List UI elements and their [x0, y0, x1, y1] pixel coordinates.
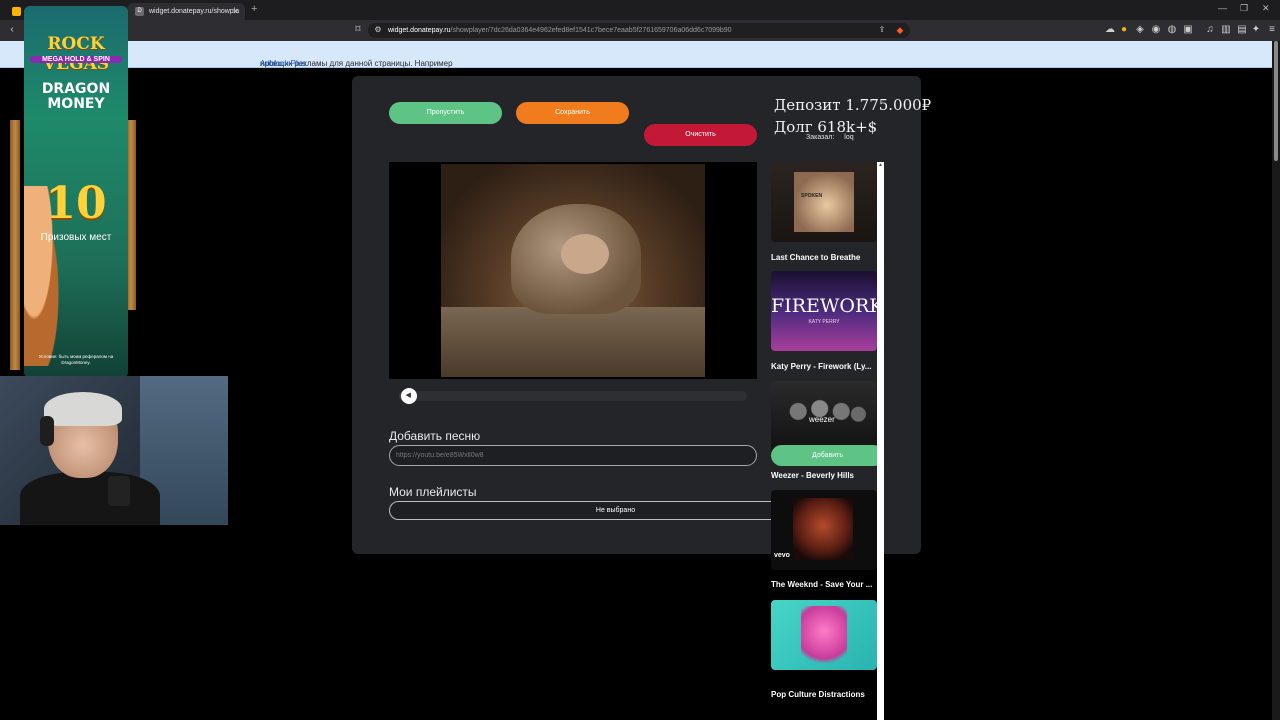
- thumbnail-text: vevo: [774, 552, 790, 559]
- extension-coin-icon[interactable]: ●: [1118, 24, 1130, 36]
- microphone-icon: [108, 476, 130, 506]
- extension-eye-icon[interactable]: ◉: [1150, 24, 1162, 36]
- share-icon[interactable]: ⇪: [876, 24, 888, 36]
- adblock-link[interactable]: Adblock Plus: [260, 59, 306, 68]
- brave-shield-icon[interactable]: ◆: [894, 24, 906, 36]
- clear-button[interactable]: Очистить: [644, 124, 757, 146]
- tab-favicon-icon: [12, 7, 21, 16]
- tab-title: widget.donatepay.ru/showpla: [149, 8, 240, 15]
- video-player[interactable]: [389, 162, 757, 379]
- sidebar-icon[interactable]: ▥: [1220, 24, 1232, 36]
- new-tab-icon[interactable]: +: [251, 3, 257, 15]
- ordered-by: Заказал: loq: [806, 134, 854, 141]
- browser-toolbar: ‹ ⌑ ⚙ widget.donatepay.ru/showplayer/7dc…: [0, 20, 1280, 41]
- media-icon[interactable]: ♫: [1204, 24, 1216, 36]
- playlist-selected-value: Не выбрано: [595, 507, 636, 514]
- address-url: widget.donatepay.ru/showplayer/7dc26da03…: [388, 23, 732, 38]
- url-host: widget.donatepay.ru: [388, 27, 451, 34]
- restore-icon[interactable]: ❐: [1240, 3, 1248, 14]
- banner-prize-count: 10: [45, 178, 107, 229]
- close-window-icon[interactable]: ✕: [1262, 3, 1270, 14]
- playback-progress-bar[interactable]: ◀: [399, 388, 747, 404]
- suggestion-thumbnail: FIREWORK KATY PERRY: [771, 271, 877, 351]
- back-icon[interactable]: ‹: [6, 24, 18, 36]
- menu-icon[interactable]: ≡: [1266, 24, 1278, 36]
- tab-favicon-icon: D: [135, 7, 144, 16]
- thumbnail-text: SPOKEN: [801, 193, 823, 199]
- thumbnail-art: [801, 606, 847, 670]
- thumbnail-art: [794, 172, 854, 232]
- page-scrollbar[interactable]: [1272, 41, 1280, 720]
- address-bar[interactable]: ⚙ widget.donatepay.ru/showplayer/7dc26da…: [368, 23, 910, 38]
- song-url-input[interactable]: [389, 445, 757, 466]
- save-button[interactable]: Сохранить: [516, 102, 629, 124]
- playlists-label: Мои плейлисты: [389, 485, 477, 499]
- scroll-up-icon[interactable]: ▲: [878, 162, 883, 168]
- banner-condition: Условие: быть моим рефералом на DragonMo…: [38, 354, 114, 365]
- suggestion-thumbnail: SPOKEN: [771, 162, 877, 242]
- browser-tab-bar: Д D widget.donatepay.ru/showpla ✕ + — ❐ …: [0, 0, 1280, 20]
- ordered-label: Заказал:: [806, 134, 835, 141]
- ai-icon[interactable]: ✦: [1250, 24, 1262, 36]
- banner-subbrand: MEGA HOLD & SPIN: [30, 56, 122, 63]
- close-tab-icon[interactable]: ✕: [232, 3, 239, 20]
- suggestion-thumbnail: vevo: [771, 490, 877, 570]
- extension-game-icon[interactable]: ◍: [1166, 24, 1178, 36]
- video-scene-bed: [441, 307, 705, 377]
- minimize-icon[interactable]: —: [1218, 3, 1227, 13]
- thumbnail-text: weezer: [809, 415, 835, 424]
- casino-ad-banner: ROCK VEGAS MEGA HOLD & SPIN DRAGON MONEY…: [24, 6, 128, 378]
- add-song-label: Добавить песню: [389, 429, 481, 443]
- banner-pole-left: [10, 120, 20, 370]
- wallet-icon[interactable]: ▤: [1236, 24, 1248, 36]
- adblock-infobar: ировщик рекламы для данной страницы. Нап…: [0, 41, 1272, 68]
- thumbnail-subtext: KATY PERRY: [808, 319, 840, 325]
- ordered-user: loq: [844, 134, 854, 141]
- thumbnail-text: FIREWORK: [771, 295, 877, 317]
- url-path: /showplayer/7dc26da0364e4962efed8ef1541c…: [450, 27, 732, 34]
- suggestion-thumbnail: [771, 600, 877, 670]
- screen: Д D widget.donatepay.ru/showpla ✕ + — ❐ …: [0, 0, 1280, 720]
- add-track-button[interactable]: Добавить: [771, 445, 884, 466]
- video-frame: [441, 164, 705, 377]
- streamer-webcam: [0, 376, 228, 525]
- extension-cloud-icon[interactable]: ☁: [1104, 24, 1116, 36]
- site-settings-icon[interactable]: ⚙: [372, 24, 384, 36]
- play-icon: ◀: [405, 392, 411, 399]
- webcam-hair: [44, 392, 122, 426]
- video-scene-head: [561, 234, 609, 274]
- webcam-body: [20, 472, 160, 525]
- bookmark-icon[interactable]: ⌑: [352, 24, 364, 36]
- skip-button[interactable]: Пропустить: [389, 102, 502, 124]
- deposit-text: Депозит 1.775.000₽: [774, 96, 932, 114]
- banner-sponsor: DRAGON MONEY: [41, 81, 111, 112]
- extension-shield-icon[interactable]: ◈: [1134, 24, 1146, 36]
- extension-puzzle-icon[interactable]: ▣: [1182, 24, 1194, 36]
- thumbnail-art: [793, 498, 853, 560]
- headphones-icon: [40, 416, 54, 446]
- banner-prize-label: Призовых мест: [40, 232, 112, 243]
- banner-brand: ROCK VEGAS: [42, 34, 110, 74]
- browser-tab-donatepay[interactable]: D widget.donatepay.ru/showpla ✕: [127, 3, 245, 20]
- scrollbar-thumb[interactable]: [1274, 41, 1278, 161]
- suggestions-scrollbar[interactable]: ▲: [877, 162, 884, 720]
